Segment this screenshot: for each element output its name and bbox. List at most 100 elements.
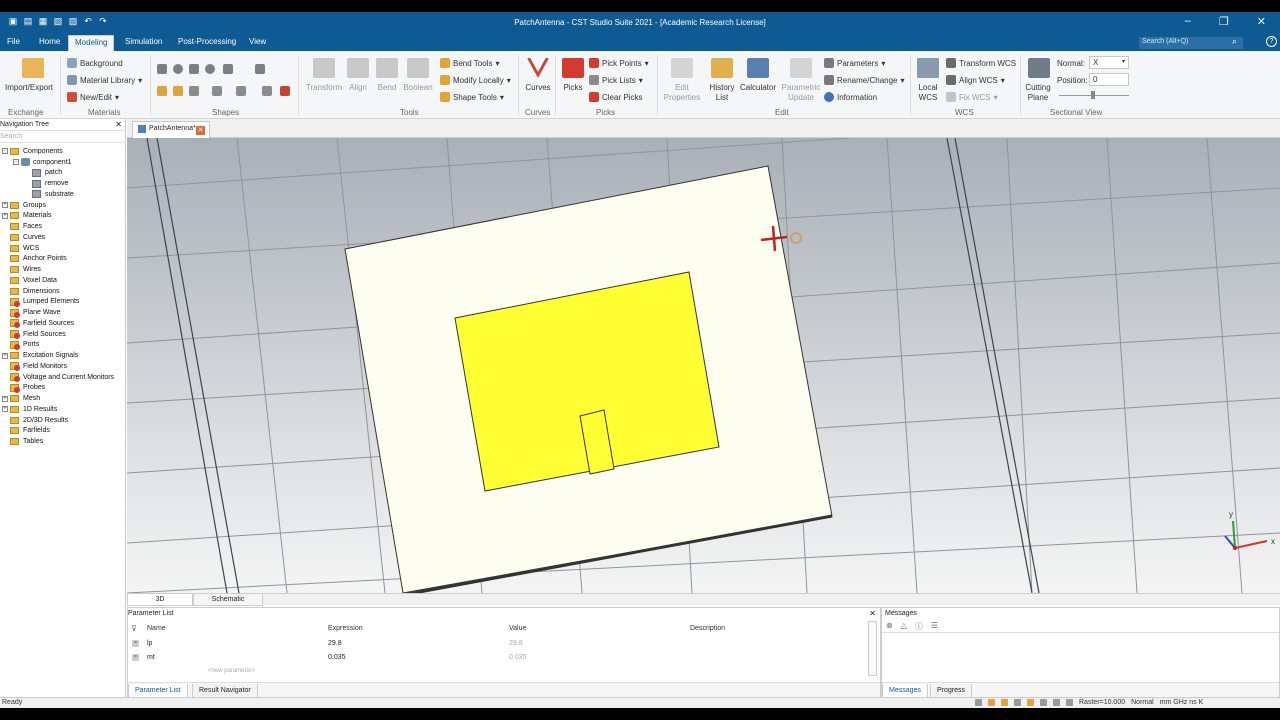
- close-icon[interactable]: ✕: [1257, 15, 1266, 28]
- curves-button[interactable]: Curves: [520, 83, 556, 92]
- help-icon[interactable]: ?: [1266, 36, 1277, 47]
- history-list-button[interactable]: History List: [704, 83, 740, 103]
- modify-locally-button[interactable]: Modify Locally ▾: [440, 75, 511, 85]
- info-filter-icon[interactable]: ⓘ: [915, 621, 923, 632]
- expand-icon[interactable]: +: [2, 352, 8, 359]
- clear-picks-button[interactable]: Clear Picks: [589, 92, 642, 102]
- normal-select[interactable]: X ▾: [1089, 56, 1129, 69]
- tree-item[interactable]: patch: [24, 168, 62, 179]
- view-icon[interactable]: [1027, 699, 1034, 706]
- sphere-icon[interactable]: [173, 64, 183, 74]
- shape-tool-icon[interactable]: [280, 86, 290, 96]
- shape-tools-button[interactable]: Shape Tools ▾: [440, 92, 504, 102]
- cone-icon[interactable]: [189, 64, 199, 74]
- pick-lists-button[interactable]: Pick Lists ▾: [589, 75, 643, 85]
- transform-wcs-button[interactable]: Transform WCS: [946, 58, 1016, 68]
- shape-tool-icon[interactable]: [262, 86, 272, 96]
- tab-home[interactable]: Home: [39, 37, 60, 46]
- tree-item[interactable]: + Materials: [2, 211, 51, 222]
- tree-item[interactable]: + Mesh: [2, 393, 40, 404]
- tree-item[interactable]: Curves: [2, 232, 45, 243]
- clear-messages-icon[interactable]: ☰: [931, 621, 938, 632]
- slider-handle[interactable]: [1091, 91, 1095, 99]
- tab-view[interactable]: View: [249, 37, 266, 46]
- minimize-icon[interactable]: –: [1185, 15, 1191, 28]
- parametric-update-icon[interactable]: [790, 58, 812, 78]
- view-icon[interactable]: [1053, 699, 1060, 706]
- import-export-icon[interactable]: [22, 58, 44, 78]
- expand-icon[interactable]: +: [2, 395, 8, 402]
- edit-properties-icon[interactable]: [671, 58, 693, 78]
- shape-tool-icon[interactable]: [157, 86, 167, 96]
- tree-item[interactable]: Field Sources: [2, 329, 66, 340]
- tree-item[interactable]: Plane Wave: [2, 307, 60, 318]
- tree-item[interactable]: +1D Results: [2, 404, 57, 415]
- tree-item[interactable]: substrate: [24, 189, 74, 200]
- curves-icon[interactable]: [527, 58, 549, 78]
- shape-tool-icon[interactable]: [189, 86, 199, 96]
- column-header-value[interactable]: Value: [509, 625, 526, 632]
- brick-icon[interactable]: [157, 64, 167, 74]
- tree-item[interactable]: Wires: [2, 264, 41, 275]
- tree-item[interactable]: Voltage and Current Monitors: [2, 372, 114, 383]
- pick-points-button[interactable]: Pick Points ▾: [589, 58, 649, 68]
- units-readout[interactable]: mm GHz ns K: [1160, 699, 1204, 706]
- tree-item[interactable]: Dimensions: [2, 286, 60, 297]
- torus-icon[interactable]: [205, 64, 215, 74]
- param-expression[interactable]: 0.035: [328, 654, 346, 661]
- search-input[interactable]: Search (Alt+Q): [1139, 37, 1243, 49]
- tab-parameter-list[interactable]: Parameter List: [128, 684, 188, 698]
- tab-result-navigator[interactable]: Result Navigator: [192, 684, 258, 698]
- search-icon[interactable]: ⌕: [1232, 36, 1237, 47]
- new-parameter-row[interactable]: <new parameter>: [208, 668, 255, 674]
- tab-modeling[interactable]: Modeling: [68, 35, 115, 51]
- shape-tool-icon[interactable]: [173, 86, 183, 96]
- material-library-button[interactable]: Material Library ▾: [67, 75, 142, 85]
- tab-schematic[interactable]: Schematic: [193, 594, 263, 606]
- maximize-icon[interactable]: ❐: [1219, 15, 1229, 28]
- tree-item[interactable]: WCS: [2, 243, 39, 254]
- tree-item[interactable]: - Components: [2, 146, 63, 157]
- tree-item[interactable]: Faces: [2, 221, 42, 232]
- background-button[interactable]: Background: [67, 58, 123, 68]
- tree-search-input[interactable]: Search: [0, 132, 126, 143]
- tree-item[interactable]: - component1: [13, 157, 72, 168]
- information-button[interactable]: Information: [824, 92, 877, 102]
- close-tab-icon[interactable]: ✕: [196, 126, 205, 135]
- param-name[interactable]: mt: [147, 654, 155, 661]
- bend-icon[interactable]: [376, 58, 398, 78]
- error-filter-icon[interactable]: ⊗: [886, 621, 893, 632]
- import-export-button[interactable]: Import/Export: [4, 83, 54, 92]
- tree-item[interactable]: Anchor Points: [2, 254, 67, 265]
- tree-item[interactable]: Field Monitors: [2, 361, 67, 372]
- position-input[interactable]: 0: [1089, 73, 1129, 86]
- mode-readout[interactable]: Normal: [1131, 699, 1154, 706]
- tab-simulation[interactable]: Simulation: [125, 37, 162, 46]
- tab-file[interactable]: File: [7, 37, 20, 46]
- cutting-plane-icon[interactable]: [1028, 58, 1050, 78]
- new-edit-material-button[interactable]: New/Edit ▾: [67, 92, 119, 102]
- close-icon[interactable]: ✕: [115, 120, 122, 129]
- view-icon[interactable]: [1001, 699, 1008, 706]
- warning-filter-icon[interactable]: △: [901, 621, 907, 632]
- align-wcs-button[interactable]: Align WCS ▾: [946, 75, 1005, 85]
- expand-icon[interactable]: +: [2, 202, 8, 209]
- parameter-scrollbar[interactable]: [868, 621, 877, 676]
- tree-item[interactable]: Lumped Elements: [2, 297, 79, 308]
- column-header-description[interactable]: Description: [690, 625, 725, 632]
- tree-item[interactable]: + Groups: [2, 200, 46, 211]
- shape-tool-icon[interactable]: [212, 86, 222, 96]
- view-icon[interactable]: [1066, 699, 1073, 706]
- 3d-viewport[interactable]: x y: [127, 138, 1280, 593]
- collapse-icon[interactable]: -: [13, 159, 19, 166]
- expand-icon[interactable]: +: [2, 406, 8, 413]
- picks-icon[interactable]: [562, 58, 584, 78]
- boolean-button[interactable]: Boolean: [399, 83, 437, 92]
- tree-item[interactable]: Tables: [2, 436, 43, 447]
- view-icon[interactable]: [1014, 699, 1021, 706]
- expand-icon[interactable]: +: [2, 212, 8, 219]
- param-name[interactable]: lp: [147, 640, 152, 647]
- transform-icon[interactable]: [313, 58, 335, 78]
- boolean-icon[interactable]: [407, 58, 429, 78]
- tree-item[interactable]: Probes: [2, 383, 45, 394]
